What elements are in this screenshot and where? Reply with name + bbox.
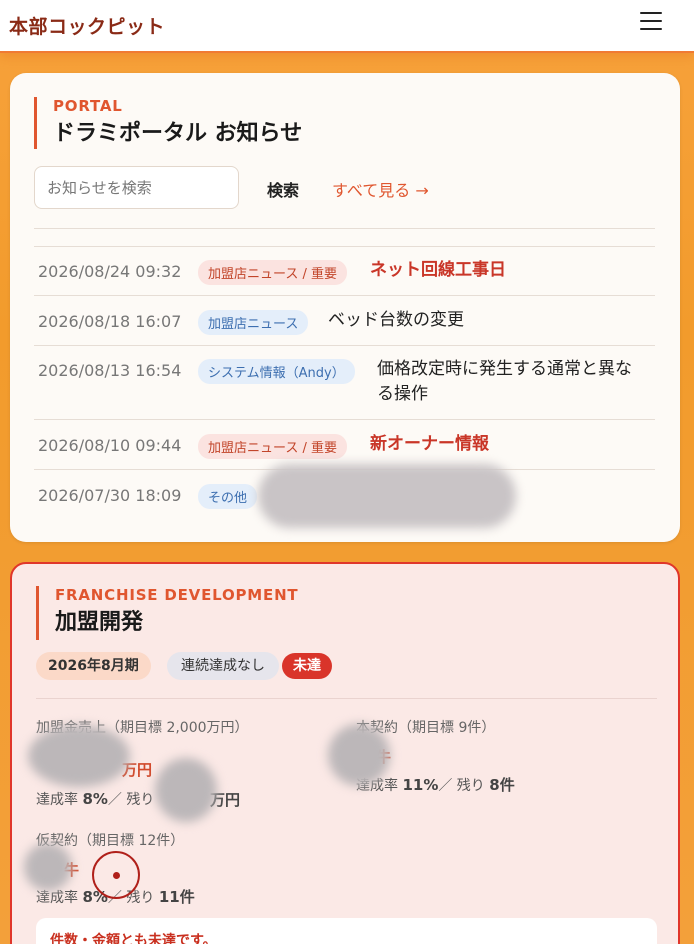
news-title[interactable]: 新オーナー情報	[370, 432, 489, 457]
period-badge: 2026年8月期	[36, 652, 151, 680]
redacted-value	[24, 843, 72, 891]
news-date: 2026/08/18 16:07	[38, 312, 182, 331]
status-badge: 未達	[282, 653, 332, 679]
news-title-line-2[interactable]: る操作	[377, 382, 428, 407]
remain-value: 11件	[158, 888, 195, 906]
remain-label: ／ 残り	[107, 792, 155, 808]
redacted-value	[328, 724, 390, 786]
remain-label: ／ 残り	[438, 778, 485, 794]
divider	[34, 419, 655, 420]
redacted-value	[155, 758, 217, 822]
rate-value: 11%	[402, 776, 439, 794]
news-date: 2026/08/10 09:44	[38, 436, 182, 455]
status-notice: 件数・金額とも未達です。	[36, 918, 657, 944]
news-title[interactable]: ベッド台数の変更	[328, 308, 464, 333]
news-date: 2026/08/13 16:54	[38, 361, 182, 380]
news-tag: 加盟店ニュース / 重要	[198, 434, 347, 459]
app-title: 本部コックピット	[9, 16, 166, 38]
rate-value: 8%	[82, 790, 108, 808]
divider	[34, 228, 655, 229]
news-title-line-1[interactable]: 価格改定時に発生する通常と異な	[377, 357, 632, 382]
news-date: 2026/08/24 09:32	[38, 262, 182, 281]
rate-label: 達成率	[36, 792, 78, 808]
sales-metric-rate: 達成率 8%／ 残り	[36, 789, 154, 809]
news-tag: 加盟店ニュース / 重要	[198, 260, 347, 285]
news-tag: システム情報（Andy）	[198, 359, 355, 384]
touch-dot-icon	[113, 872, 120, 879]
streak-badge: 連続達成なし	[167, 652, 279, 680]
divider	[34, 246, 655, 247]
divider	[34, 295, 655, 296]
franchise-title: 加盟開発	[55, 610, 144, 635]
news-search-input[interactable]	[34, 166, 239, 209]
news-title[interactable]: ネット回線工事日	[370, 258, 506, 283]
news-date: 2026/07/30 18:09	[38, 486, 182, 505]
portal-eyebrow: PORTAL	[53, 97, 123, 115]
news-tag: 加盟店ニュース	[198, 310, 309, 335]
search-button[interactable]: 検索	[267, 177, 299, 201]
franchise-section-header: FRANCHISE DEVELOPMENT 加盟開発	[36, 586, 298, 640]
top-app-bar: 本部コックピット	[0, 0, 694, 53]
redacted-news-title	[258, 464, 516, 528]
divider	[34, 345, 655, 346]
divider	[36, 698, 657, 699]
portal-title: ドラミポータル お知らせ	[53, 121, 303, 146]
hamburger-menu-icon[interactable]	[640, 10, 664, 32]
news-tag: その他	[198, 484, 258, 509]
status-notice-text: 件数・金額とも未達です。	[50, 933, 217, 944]
rate-label: 達成率	[36, 890, 78, 906]
franchise-eyebrow: FRANCHISE DEVELOPMENT	[55, 586, 299, 604]
remain-value: 8件	[489, 776, 515, 794]
redacted-value	[28, 725, 130, 787]
touch-indicator-icon	[92, 851, 140, 899]
see-all-link[interactable]: すべて見る →	[332, 177, 429, 201]
portal-section-header: PORTAL ドラミポータル お知らせ	[34, 97, 302, 149]
